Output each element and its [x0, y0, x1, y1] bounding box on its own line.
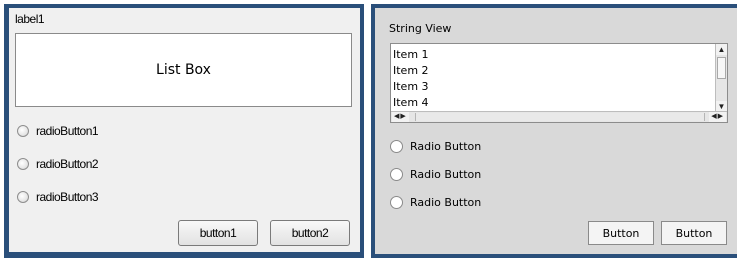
right-window: String View Item 1 Item 2 Item 3 Item 4 …	[371, 4, 737, 258]
radio-label: radioButton1	[36, 124, 99, 138]
radio-circle-icon	[390, 139, 403, 153]
list-box-text: List Box	[156, 62, 211, 78]
horizontal-scroll-thumb[interactable]	[415, 113, 705, 121]
button-label: Button	[675, 226, 713, 240]
scroll-right-icon[interactable]: ▶	[400, 113, 406, 120]
vertical-scrollbar[interactable]: ▲ ▼	[715, 44, 727, 112]
string-view-title: String View	[389, 22, 452, 35]
radio-button-3[interactable]: radioButton3	[17, 189, 99, 205]
radio-button-a[interactable]: Radio Button	[390, 138, 481, 154]
list-item[interactable]: Item 1	[393, 47, 429, 63]
scroll-left-right-icon-end[interactable]: ◀▶	[709, 112, 726, 122]
radio-label: Radio Button	[410, 167, 482, 181]
button-1[interactable]: Button	[588, 221, 654, 245]
radio-circle-icon	[390, 167, 403, 181]
list-box[interactable]: List Box	[15, 33, 352, 107]
radio-label: Radio Button	[410, 139, 482, 153]
horizontal-scrollbar[interactable]: ◀▶ ◀▶	[391, 111, 727, 122]
right-window-content: String View Item 1 Item 2 Item 3 Item 4 …	[375, 8, 737, 254]
radio-circle-icon	[390, 195, 403, 209]
button-label: button1	[199, 226, 237, 240]
button-2[interactable]: Button	[661, 221, 727, 245]
list-item[interactable]: Item 2	[393, 63, 429, 79]
button1[interactable]: button1	[178, 220, 258, 246]
vertical-scroll-thumb[interactable]	[717, 57, 726, 79]
button2[interactable]: button2	[270, 220, 350, 246]
left-window: label1 List Box radioButton1 radioButton…	[4, 4, 364, 258]
button-label: Button	[602, 226, 640, 240]
scroll-up-icon[interactable]: ▲	[716, 44, 727, 55]
list-rows: Item 1 Item 2 Item 3 Item 4	[393, 47, 429, 111]
radio-label: radioButton2	[36, 157, 99, 171]
left-window-content: label1 List Box radioButton1 radioButton…	[9, 8, 360, 252]
list-item[interactable]: Item 3	[393, 79, 429, 95]
radio-label: radioButton3	[36, 190, 99, 204]
string-list-view[interactable]: Item 1 Item 2 Item 3 Item 4 ▲ ▼ ◀▶ ◀▶	[390, 43, 728, 123]
label1: label1	[15, 12, 45, 26]
radio-button-b[interactable]: Radio Button	[390, 166, 481, 182]
radio-circle-icon	[17, 191, 29, 203]
list-item[interactable]: Item 4	[393, 95, 429, 111]
radio-circle-icon	[17, 158, 29, 170]
scroll-left-right-icon[interactable]: ◀▶	[392, 112, 409, 122]
radio-label: Radio Button	[410, 195, 482, 209]
radio-button-1[interactable]: radioButton1	[17, 123, 99, 139]
radio-circle-icon	[17, 125, 29, 137]
radio-button-2[interactable]: radioButton2	[17, 156, 99, 172]
radio-button-c[interactable]: Radio Button	[390, 194, 481, 210]
button-label: button2	[291, 226, 329, 240]
scroll-right-icon[interactable]: ▶	[718, 113, 724, 120]
